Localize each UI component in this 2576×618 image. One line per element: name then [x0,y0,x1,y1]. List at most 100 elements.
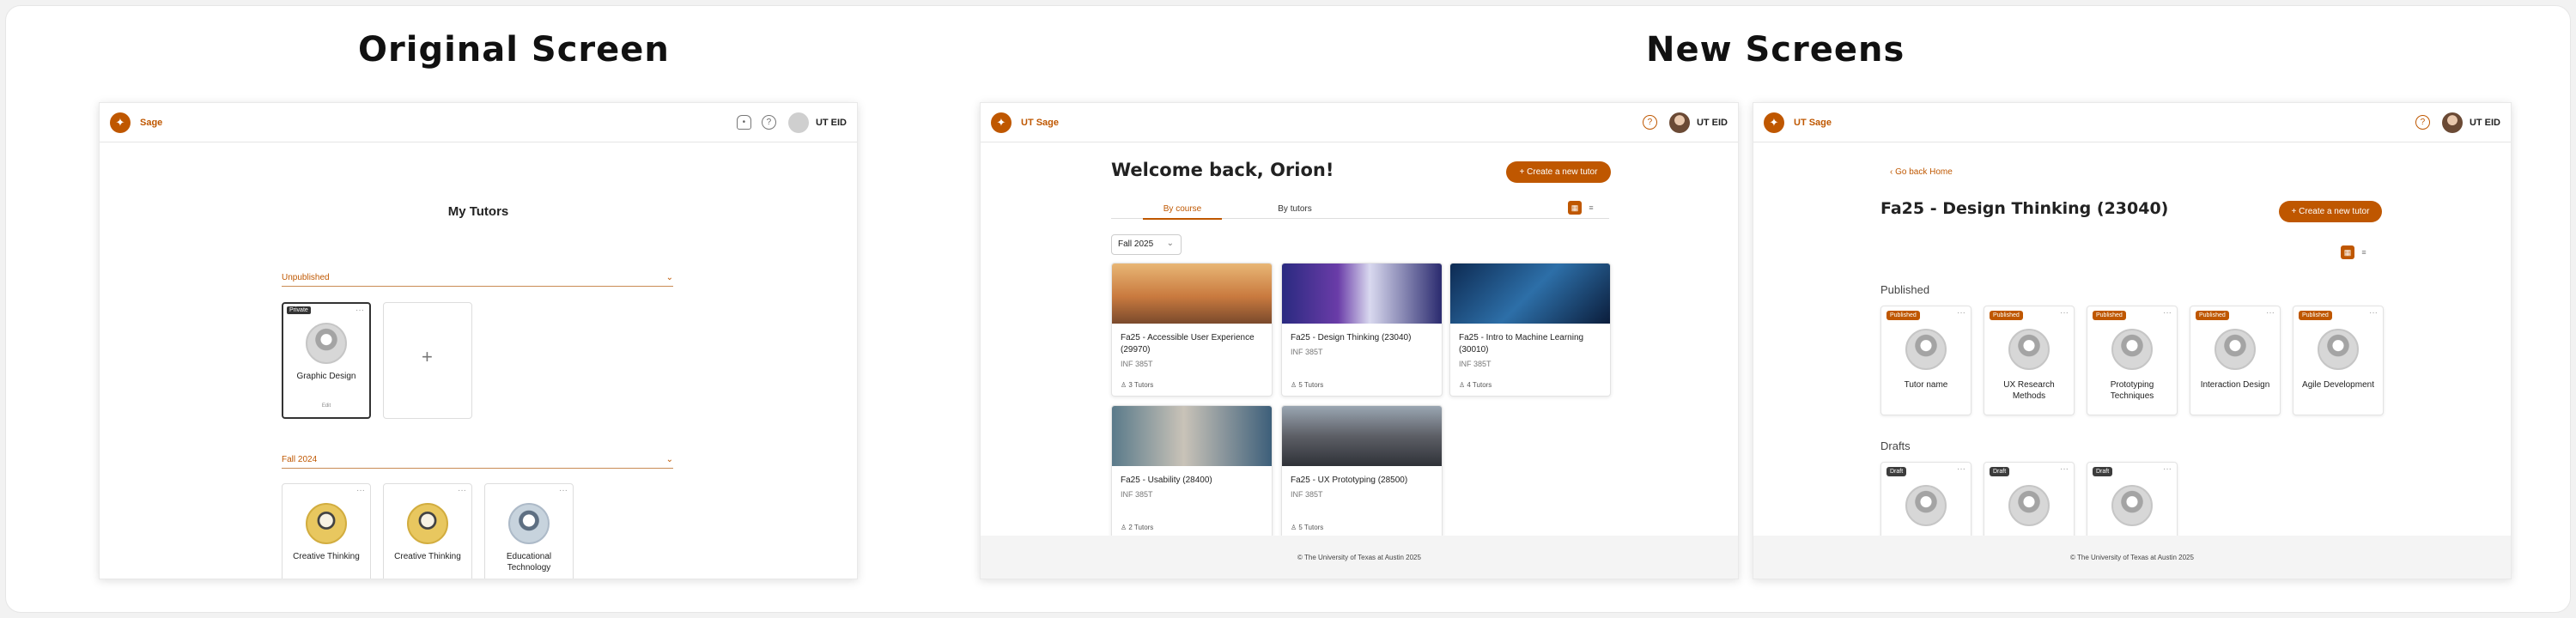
more-dots-icon[interactable]: ··· [1957,465,1965,474]
tutor-card[interactable]: Published ··· UX Research Methods [1984,306,2075,415]
tutor-card[interactable]: Published ··· Agile Development [2293,306,2384,415]
course-card[interactable]: Fa25 - UX Prototyping (28500) INF 385T ♙… [1281,405,1443,539]
list-view-icon[interactable]: ≡ [2357,245,2371,259]
more-dots-icon[interactable]: ··· [1957,309,1965,318]
chevron-down-icon[interactable]: ⌄ [666,455,673,464]
go-back-link[interactable]: ‹ Go back Home [1890,167,1953,177]
create-tutor-button[interactable]: + Create a new tutor [2279,201,2382,222]
home-screen-frame: ✦ UT Sage ? UT EID Welcome back, Orion! … [980,102,1739,579]
course-code: INF 385T [1291,490,1323,499]
add-tutor-card[interactable]: + [383,302,472,419]
more-dots-icon[interactable]: ··· [559,487,568,495]
plus-icon: + [422,346,433,367]
more-dots-icon[interactable]: ··· [2163,309,2172,318]
more-dots-icon[interactable]: ··· [458,487,466,495]
tutor-card[interactable]: Published ··· Tutor name [1880,306,1971,415]
tutors-icon: ♙ [1459,381,1467,389]
course-title: Fa25 - Design Thinking (23040) [1880,199,2169,218]
user-eid-label[interactable]: UT EID [816,118,847,128]
edit-link[interactable]: Edit [283,403,369,409]
longhorn-logo-icon[interactable]: ✦ [1764,112,1784,133]
draft-badge: Draft [1990,467,2010,476]
course-title: Fa25 - Design Thinking (23040) [1291,333,1412,342]
course-card[interactable]: Fa25 - Accessible User Experience (29970… [1111,263,1273,397]
tutor-name: Graphic Design [296,372,356,381]
published-badge: Published [1990,311,2023,320]
more-dots-icon[interactable]: ··· [356,487,365,495]
longhorn-logo-icon[interactable]: ✦ [110,112,131,133]
published-badge: Published [2196,311,2229,320]
more-dots-icon[interactable]: ··· [2060,309,2069,318]
tab-by-course[interactable]: By course [1143,204,1222,220]
chevron-down-icon: ⌄ [1166,239,1174,248]
course-card[interactable]: Fa25 - Intro to Machine Learning (30010)… [1449,263,1611,397]
more-dots-icon[interactable]: ··· [2369,309,2378,318]
tutor-count: ♙ 4 Tutors [1459,381,1492,389]
more-dots-icon[interactable]: ··· [2163,465,2172,474]
tutor-card[interactable]: ··· Creative Thinking [282,483,371,579]
help-icon[interactable]: ? [761,115,776,130]
more-dots-icon[interactable]: ··· [355,306,364,315]
tutor-avatar-icon [2111,485,2153,526]
brand-name[interactable]: Sage [140,118,162,128]
tutor-card[interactable]: ··· Creative Thinking [383,483,472,579]
header: ✦ UT Sage ? UT EID [981,103,1738,142]
chevron-down-icon[interactable]: ⌄ [666,273,673,282]
course-card[interactable]: Fa25 - Design Thinking (23040) INF 385T … [1281,263,1443,397]
course-title: Fa25 - Usability (28400) [1121,476,1212,485]
course-image [1112,264,1272,324]
longhorn-logo-icon[interactable]: ✦ [991,112,1012,133]
help-icon[interactable]: ? [2415,115,2430,130]
group-header-unpublished[interactable]: Unpublished ⌄ [282,270,673,287]
footer: © The University of Texas at Austin 2025 [981,536,1738,579]
tutor-card[interactable]: Published ··· Interaction Design [2190,306,2281,415]
create-tutor-button[interactable]: + Create a new tutor [1506,161,1611,183]
avatar[interactable] [787,112,809,133]
user-eid-label[interactable]: UT EID [1697,118,1728,128]
tab-by-tutors[interactable]: By tutors [1269,204,1321,214]
published-badge: Published [1886,311,1920,320]
tutor-avatar-icon [407,503,448,544]
tutor-count: ♙ 3 Tutors [1121,381,1154,389]
tutor-card[interactable]: Published ··· Prototyping Techniques [2087,306,2178,415]
tutor-card[interactable]: Private ··· Graphic Design Edit [282,302,371,419]
brand-name[interactable]: UT Sage [1021,118,1059,128]
tutor-count: ♙ 2 Tutors [1121,524,1154,531]
avatar[interactable] [1668,112,1690,133]
published-badge: Published [2299,311,2332,320]
course-code: INF 385T [1121,360,1153,368]
course-title: Fa25 - Intro to Machine Learning (30010) [1459,333,1584,354]
more-dots-icon[interactable]: ··· [2060,465,2069,474]
tutor-name: Tutor name [1904,380,1948,390]
brand-name[interactable]: UT Sage [1794,118,1832,128]
footer: © The University of Texas at Austin 2025 [1753,536,2511,579]
grid-view-icon[interactable]: ▦ [1568,201,1582,215]
tutor-name: UX Research Methods [2003,380,2055,401]
drafts-heading: Drafts [1880,439,1911,452]
user-eid-label[interactable]: UT EID [2470,118,2500,128]
course-card[interactable]: Fa25 - Usability (28400) INF 385T ♙ 2 Tu… [1111,405,1273,539]
tutor-name: Creative Thinking [394,552,461,561]
published-heading: Published [1880,283,1930,296]
tutor-avatar-icon [1905,485,1947,526]
tutor-card[interactable]: ··· Educational Technology [484,483,574,579]
term-select[interactable]: Fall 2025 ⌄ [1111,234,1182,255]
group-header-fall-2024[interactable]: Fall 2024 ⌄ [282,451,673,469]
tutors-icon: ♙ [1291,381,1299,389]
tutor-avatar-icon [2008,485,2050,526]
course-code: INF 385T [1459,360,1492,368]
tutors-icon: ♙ [1121,524,1129,531]
avatar[interactable] [2441,112,2463,133]
list-view-icon[interactable]: ≡ [1584,201,1598,215]
course-title: Fa25 - Accessible User Experience (29970… [1121,333,1255,354]
grid-view-icon[interactable]: ▦ [2341,245,2354,259]
help-icon[interactable]: ? [1642,115,1657,130]
bell-icon[interactable]: • [736,115,751,130]
course-code: INF 385T [1291,348,1323,356]
more-dots-icon[interactable]: ··· [2266,309,2275,318]
course-image [1450,264,1610,324]
canvas-board: Original Screen New Screens ✦ Sage • ? U… [5,5,2571,613]
course-image [1282,406,1442,466]
draft-badge: Draft [2093,467,2113,476]
term-value: Fall 2025 [1118,239,1154,249]
